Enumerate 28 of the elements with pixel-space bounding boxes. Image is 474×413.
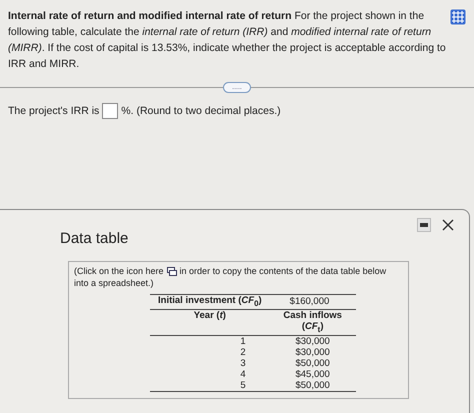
copy-note: into a spreadsheet.) xyxy=(74,277,155,289)
table-header: Year (t) xyxy=(150,309,270,336)
table-cell-text: 2 xyxy=(239,346,247,358)
table-cell: 5 xyxy=(150,380,270,392)
close-button[interactable] xyxy=(441,218,455,232)
input-field[interactable] xyxy=(102,103,118,119)
minimize-button[interactable] xyxy=(417,218,431,232)
table-cell-text: $45,000 xyxy=(294,368,331,380)
dialog-title: Data table xyxy=(60,230,128,247)
copy-note: (Click on the icon here xyxy=(74,265,164,277)
question-text: Internal rate of return and modified internal rate of return For the project shown in the following table, calculate the internal rate of return (IRR) and modified internal rate of return (MIRR). If the cost of capital is 13.53%, indicate whether the project is acceptable according to IRR and MIRR. xyxy=(8,9,446,72)
table-cell: 1 xyxy=(150,335,270,347)
minimize-icon xyxy=(420,223,428,227)
table-cell: $160,000 xyxy=(270,294,356,310)
close-icon xyxy=(441,218,455,232)
table-header: Cash inflows (CF$_{t}$) xyxy=(270,309,356,336)
table-cell-text: $50,000 xyxy=(294,358,331,369)
table-cell-text: 3 xyxy=(239,358,247,369)
table-cell-text: $30,000 xyxy=(294,346,331,358)
answer-hint: %. (Round to two decimal places.) xyxy=(121,105,281,117)
table-header: Initial investment (CF$_{0}$) xyxy=(150,294,270,310)
copy-note: in order to copy the contents of the data table below xyxy=(180,265,386,277)
table-cell-text: 4 xyxy=(239,368,247,380)
copy-icon[interactable] xyxy=(166,266,177,276)
table-cell: $50,000 xyxy=(270,380,356,392)
table-icon[interactable] xyxy=(450,9,466,25)
answer-label: The project's IRR is xyxy=(8,105,100,117)
table-cell: $30,000 xyxy=(270,335,356,347)
